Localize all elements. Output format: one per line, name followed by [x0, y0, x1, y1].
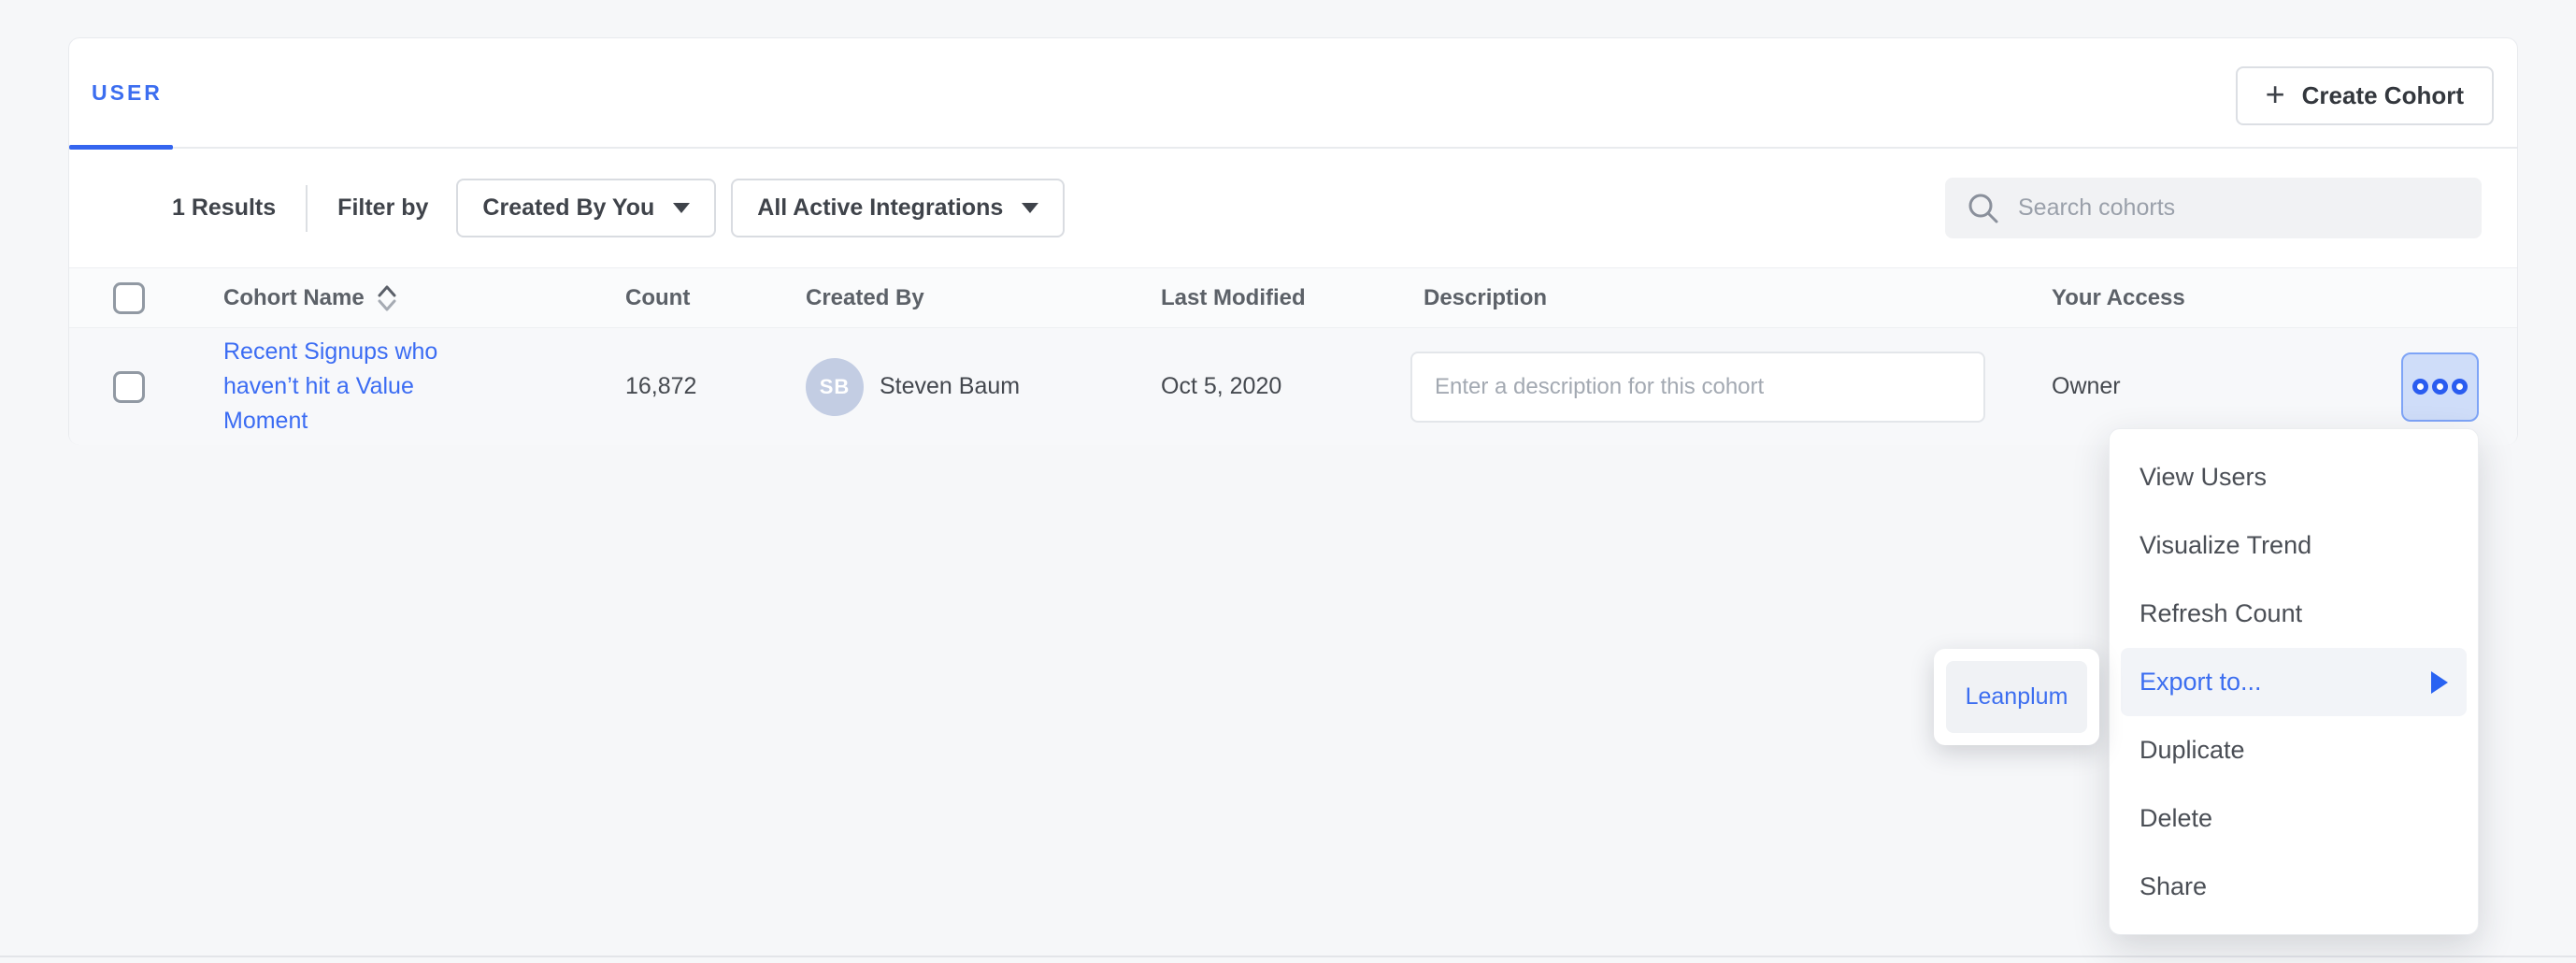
column-header-cohort-name[interactable]: Cohort Name	[223, 282, 625, 314]
divider	[306, 185, 308, 232]
column-header-created-by: Created By	[806, 285, 1161, 311]
more-options-icon	[2412, 379, 2428, 395]
integrations-dropdown-label: All Active Integrations	[757, 194, 1003, 222]
caret-down-icon	[673, 203, 690, 213]
search-input[interactable]	[2018, 194, 2461, 222]
created-by-dropdown[interactable]: Created By You	[456, 179, 716, 237]
create-cohort-label: Create Cohort	[2302, 81, 2464, 110]
creator-name: Steven Baum	[880, 373, 1020, 400]
tab-user[interactable]: USER	[92, 80, 163, 106]
search-icon	[1966, 191, 2001, 226]
column-header-count: Count	[625, 285, 806, 311]
cohort-name-header-label: Cohort Name	[223, 285, 365, 311]
create-cohort-button[interactable]: + Create Cohort	[2236, 66, 2494, 125]
description-input[interactable]	[1410, 352, 1985, 423]
results-count: 1 Results	[172, 194, 276, 222]
filter-by-label: Filter by	[337, 194, 428, 222]
menu-item-duplicate[interactable]: Duplicate	[2121, 716, 2467, 784]
sort-icon	[376, 282, 398, 314]
cohorts-panel: USER + Create Cohort 1 Results Filter by…	[68, 37, 2518, 445]
column-header-your-access: Your Access	[2052, 285, 2401, 311]
more-options-button[interactable]	[2401, 352, 2479, 422]
select-all-checkbox[interactable]	[113, 282, 145, 314]
last-modified-date: Oct 5, 2020	[1161, 373, 1410, 400]
row-context-menu: View Users Visualize Trend Refresh Count…	[2109, 428, 2479, 935]
submenu-item-leanplum[interactable]: Leanplum	[1946, 661, 2087, 733]
plus-icon: +	[2266, 78, 2285, 111]
menu-item-delete[interactable]: Delete	[2121, 784, 2467, 853]
menu-item-view-users[interactable]: View Users	[2121, 443, 2467, 511]
column-header-last-modified: Last Modified	[1161, 285, 1410, 311]
created-by-dropdown-label: Created By You	[482, 194, 654, 222]
menu-item-export-to[interactable]: Export to...	[2121, 648, 2467, 716]
caret-down-icon	[1022, 203, 1038, 213]
table-header: Cohort Name Count Created By Last Modifi…	[69, 267, 2517, 328]
integrations-dropdown[interactable]: All Active Integrations	[731, 179, 1065, 237]
export-to-label: Export to...	[2140, 668, 2262, 697]
export-submenu: Leanplum	[1934, 649, 2099, 745]
menu-item-share[interactable]: Share	[2121, 853, 2467, 921]
cohort-name-link[interactable]: Recent Signups who haven’t hit a Value M…	[223, 335, 462, 438]
menu-item-refresh-count[interactable]: Refresh Count	[2121, 580, 2467, 648]
search-box[interactable]	[1945, 178, 2482, 238]
bottom-divider	[0, 956, 2576, 957]
tab-bar: USER + Create Cohort	[69, 38, 2517, 149]
access-level: Owner	[2052, 373, 2401, 400]
avatar: SB	[806, 358, 864, 416]
row-checkbox[interactable]	[113, 371, 145, 403]
submenu-arrow-icon	[2431, 671, 2448, 694]
cohort-count: 16,872	[625, 373, 806, 400]
filter-bar: 1 Results Filter by Created By You All A…	[69, 149, 2517, 267]
menu-item-visualize-trend[interactable]: Visualize Trend	[2121, 511, 2467, 580]
column-header-description: Description	[1410, 285, 2052, 311]
